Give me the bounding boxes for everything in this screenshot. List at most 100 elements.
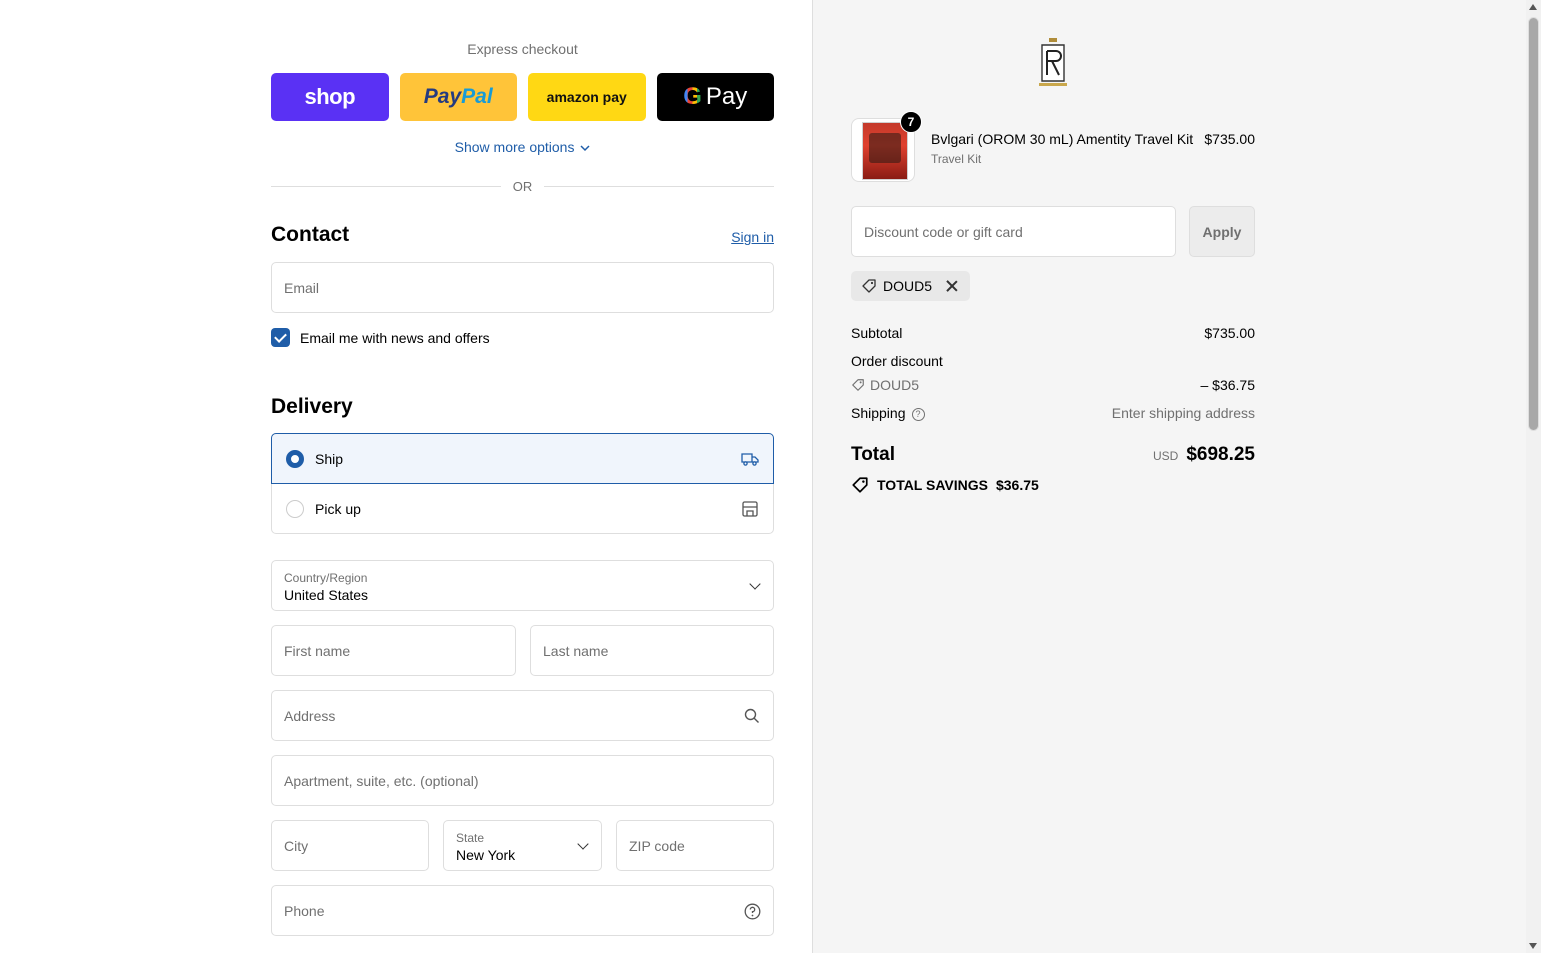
total-value-group: USD $698.25 xyxy=(1153,444,1255,466)
pickup-label: Pick up xyxy=(315,501,361,517)
paypal-button[interactable]: Pay Pal xyxy=(399,73,517,121)
newsletter-label: Email me with news and offers xyxy=(300,329,490,346)
delivery-option-pickup[interactable]: Pick up xyxy=(272,484,773,534)
address-field[interactable]: Address xyxy=(271,690,774,741)
truck-icon xyxy=(741,452,759,466)
product-name: Bvlgari (OROM 30 mL) Amentity Travel Kit xyxy=(931,131,1194,147)
google-pay-text: Pay xyxy=(705,83,748,110)
or-label: OR xyxy=(512,178,533,194)
ship-label: Ship xyxy=(315,450,344,467)
tag-icon xyxy=(852,379,864,391)
show-more-options-link[interactable]: Show more options xyxy=(271,139,774,155)
google-pay-button[interactable]: G Pay xyxy=(656,73,774,121)
order-discount-label: Order discount xyxy=(851,353,943,369)
show-more-label: Show more options xyxy=(454,139,575,155)
apartment-field[interactable]: Apartment, suite, etc. (optional) xyxy=(271,755,774,806)
quantity-badge: 7 xyxy=(900,111,922,133)
search-icon xyxy=(744,708,759,723)
city-placeholder: City xyxy=(284,837,309,854)
shop-pay-button[interactable]: shop xyxy=(271,73,389,121)
discount-value: – $36.75 xyxy=(1200,377,1256,393)
discount-code-text: DOUD5 xyxy=(870,377,920,393)
product-variant: Travel Kit xyxy=(931,152,982,166)
email-field[interactable]: Email xyxy=(271,262,774,313)
scroll-down-arrow-icon[interactable] xyxy=(1529,943,1537,949)
help-circle-icon[interactable] xyxy=(744,903,761,920)
zip-field[interactable]: ZIP code xyxy=(616,820,774,871)
express-checkout-title: Express checkout xyxy=(467,41,578,57)
last-name-field[interactable]: Last name xyxy=(530,625,774,676)
checkout-form-panel: Express checkout shop Pay Pal amazon pay … xyxy=(0,0,812,953)
phone-field[interactable]: Phone xyxy=(271,885,774,936)
discount-code-detail: DOUD5 xyxy=(851,377,919,393)
pickup-radio[interactable] xyxy=(286,500,304,518)
shipping-label-group: Shipping? xyxy=(851,405,925,421)
subtotal-label: Subtotal xyxy=(851,325,903,341)
tag-icon xyxy=(852,477,868,493)
apply-discount-button[interactable]: Apply xyxy=(1189,206,1255,257)
total-label: Total xyxy=(851,444,895,465)
newsletter-checkbox-row[interactable]: Email me with news and offers xyxy=(271,328,490,347)
state-value: New York xyxy=(456,847,516,863)
discount-code-field[interactable]: Discount code or gift card xyxy=(851,206,1176,257)
applied-discount-chip: DOUD5 xyxy=(851,271,971,301)
express-checkout-buttons: shop Pay Pal amazon pay G Pay xyxy=(271,73,774,121)
store-logo xyxy=(1039,38,1067,86)
order-discount-row: Order discount xyxy=(851,353,1255,369)
google-g-logo: G xyxy=(683,83,702,110)
help-circle-icon[interactable]: ? xyxy=(911,407,925,421)
last-name-placeholder: Last name xyxy=(543,642,609,659)
newsletter-checkbox[interactable] xyxy=(271,328,290,347)
delivery-method-group: Ship Pick up xyxy=(271,433,774,534)
divider-line-right xyxy=(544,185,774,187)
page-scrollbar[interactable] xyxy=(1526,0,1541,953)
state-label: State xyxy=(456,831,485,845)
chevron-down-icon xyxy=(577,837,589,850)
or-divider: OR xyxy=(271,178,774,194)
country-label: Country/Region xyxy=(284,571,368,585)
remove-discount-icon[interactable] xyxy=(944,278,960,294)
delivery-heading: Delivery xyxy=(271,395,353,418)
product-price: $735.00 xyxy=(1204,131,1255,147)
country-value: United States xyxy=(284,587,369,603)
total-value: $698.25 xyxy=(1186,444,1255,465)
amazon-pay-logo: amazon pay xyxy=(546,89,627,105)
zip-placeholder: ZIP code xyxy=(629,837,685,854)
savings-label: TOTAL SAVINGS xyxy=(877,477,988,493)
subtotal-value: $735.00 xyxy=(1204,325,1255,341)
scrollbar-thumb[interactable] xyxy=(1528,17,1539,431)
scroll-up-arrow-icon[interactable] xyxy=(1529,4,1537,10)
total-savings-row: TOTAL SAVINGS $36.75 xyxy=(851,476,1039,494)
first-name-field[interactable]: First name xyxy=(271,625,516,676)
delivery-option-ship[interactable]: Ship xyxy=(271,433,774,484)
city-field[interactable]: City xyxy=(271,820,429,871)
sign-in-link[interactable]: Sign in xyxy=(731,229,774,245)
state-select[interactable]: State New York xyxy=(443,820,602,871)
address-placeholder: Address xyxy=(284,707,336,724)
savings-value: $36.75 xyxy=(995,477,1039,493)
total-row: Total USD $698.25 xyxy=(851,444,1255,466)
product-thumbnail: 7 xyxy=(851,111,922,182)
country-select[interactable]: Country/Region United States xyxy=(271,560,774,611)
chevron-down-icon xyxy=(749,577,761,590)
shop-pay-logo: shop xyxy=(304,84,356,109)
subtotal-row: Subtotal $735.00 xyxy=(851,325,1255,341)
phone-placeholder: Phone xyxy=(284,902,325,919)
product-image xyxy=(862,122,908,180)
ship-radio[interactable] xyxy=(286,449,304,468)
shipping-row: Shipping? Enter shipping address xyxy=(851,405,1255,421)
email-placeholder: Email xyxy=(284,279,320,296)
shipping-label: Shipping xyxy=(851,405,906,421)
chevron-down-icon xyxy=(580,145,590,152)
applied-code-label: DOUD5 xyxy=(883,278,933,294)
amazon-pay-button[interactable]: amazon pay xyxy=(528,73,646,121)
currency-code: USD xyxy=(1152,449,1179,463)
divider-line-left xyxy=(271,185,501,187)
store-icon xyxy=(742,501,758,517)
contact-heading: Contact xyxy=(271,223,350,246)
paypal-logo-pay: Pay xyxy=(423,85,462,108)
discount-code-row: DOUD5 – $36.75 xyxy=(851,377,1255,393)
paypal-logo-pal: Pal xyxy=(461,85,493,108)
discount-placeholder: Discount code or gift card xyxy=(864,223,1023,240)
tag-icon xyxy=(862,279,876,293)
